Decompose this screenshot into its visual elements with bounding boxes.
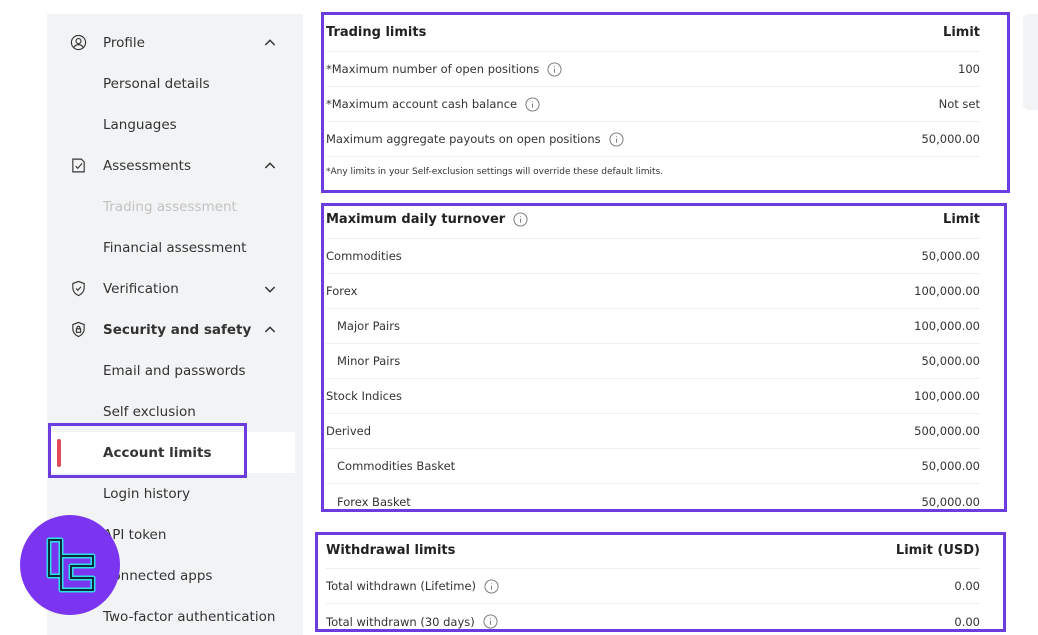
sidebar-item-label: Assessments	[103, 157, 192, 174]
sidebar-item-label: Self exclusion	[103, 403, 196, 420]
shield-lock-icon	[69, 321, 87, 339]
sidebar-item-label: Personal details	[103, 75, 210, 92]
sidebar-item-email-passwords[interactable]: Email and passwords	[47, 350, 303, 391]
highlight-box	[321, 203, 1007, 512]
checklist-icon	[69, 157, 87, 175]
brand-logo	[20, 515, 120, 615]
highlight-box	[315, 532, 1006, 632]
sidebar-item-assessments[interactable]: Assessments	[47, 145, 303, 186]
sidebar-item-label: Financial assessment	[103, 239, 247, 256]
sidebar-item-languages[interactable]: Languages	[47, 104, 303, 145]
chevron-up-icon[interactable]	[261, 157, 279, 175]
sidebar-item-login-history[interactable]: Login history	[47, 473, 303, 514]
sidebar-item-security[interactable]: Security and safety	[47, 309, 303, 350]
sidebar-item-financial-assessment[interactable]: Financial assessment	[47, 227, 303, 268]
side-panel-edge	[1023, 14, 1038, 110]
shield-check-icon	[69, 280, 87, 298]
sidebar-item-verification[interactable]: Verification	[47, 268, 303, 309]
highlight-box	[48, 423, 247, 478]
sidebar-item-profile[interactable]: Profile	[47, 22, 303, 63]
sidebar-item-trading-assessment: Trading assessment	[47, 186, 303, 227]
chevron-down-icon[interactable]	[261, 280, 279, 298]
sidebar-item-label: Trading assessment	[103, 198, 237, 215]
sidebar-item-label: Verification	[103, 280, 179, 297]
highlight-box	[321, 12, 1010, 193]
sidebar-item-label: Login history	[103, 485, 191, 502]
sidebar-item-label: Email and passwords	[103, 362, 246, 379]
sidebar-item-label: Languages	[103, 116, 177, 133]
sidebar-item-label: Security and safety	[103, 321, 252, 338]
user-circle-icon	[69, 34, 87, 52]
sidebar-item-label: Profile	[103, 34, 145, 51]
sidebar-item-personal-details[interactable]: Personal details	[47, 63, 303, 104]
brand-logo-mark	[46, 537, 96, 593]
chevron-up-icon[interactable]	[261, 34, 279, 52]
sidebar-item-label: Two-factor authentication	[103, 608, 276, 625]
chevron-up-icon[interactable]	[261, 321, 279, 339]
